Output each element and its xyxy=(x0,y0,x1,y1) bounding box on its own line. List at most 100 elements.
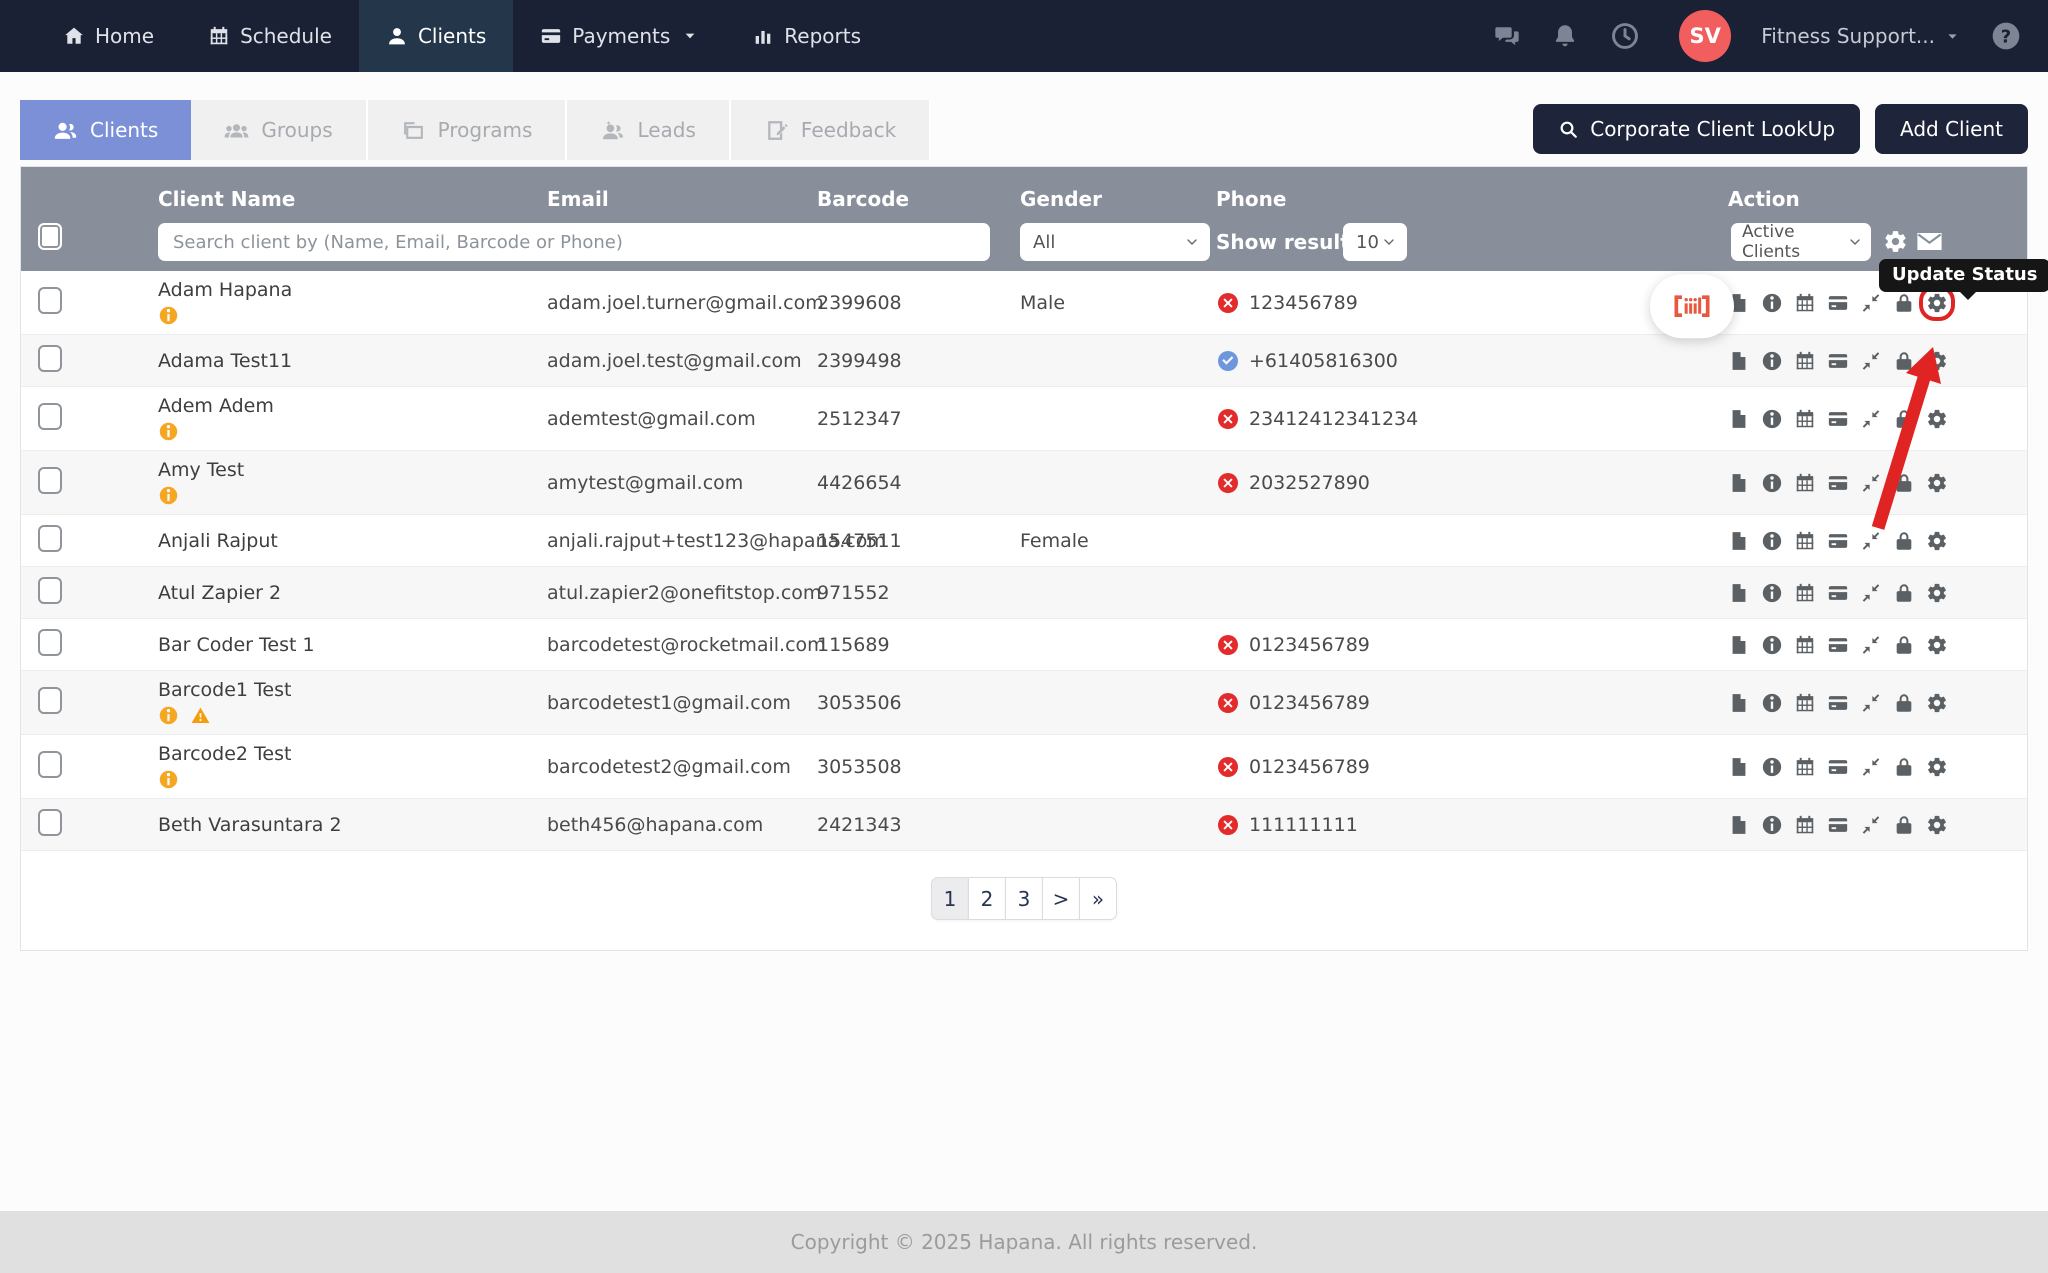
row-checkbox[interactable] xyxy=(38,629,62,656)
payments-button[interactable] xyxy=(1827,408,1849,430)
update-status-button[interactable] xyxy=(1926,756,1948,778)
lock-button[interactable] xyxy=(1893,530,1915,552)
tab-feedback[interactable]: Feedback xyxy=(731,100,931,160)
update-status-button[interactable] xyxy=(1926,634,1948,656)
row-checkbox[interactable] xyxy=(38,345,62,372)
nav-clients[interactable]: Clients xyxy=(359,0,513,72)
merge-button[interactable] xyxy=(1860,692,1882,714)
update-status-button[interactable] xyxy=(1926,692,1948,714)
notes-button[interactable] xyxy=(1728,692,1750,714)
row-checkbox[interactable] xyxy=(38,287,62,314)
payments-button[interactable] xyxy=(1827,634,1849,656)
tab-leads[interactable]: Leads xyxy=(567,100,730,160)
details-button[interactable] xyxy=(1761,692,1783,714)
lock-button[interactable] xyxy=(1893,756,1915,778)
notes-button[interactable] xyxy=(1728,582,1750,604)
notes-button[interactable] xyxy=(1728,756,1750,778)
info-badge[interactable] xyxy=(158,769,179,790)
schedule-button[interactable] xyxy=(1794,292,1816,314)
warning-badge[interactable] xyxy=(189,705,212,726)
details-button[interactable] xyxy=(1761,814,1783,836)
update-status-button[interactable] xyxy=(1926,292,1948,314)
lock-button[interactable] xyxy=(1893,292,1915,314)
nav-schedule[interactable]: Schedule xyxy=(181,0,359,72)
messages-button[interactable] xyxy=(1493,22,1521,50)
merge-button[interactable] xyxy=(1860,472,1882,494)
schedule-button[interactable] xyxy=(1794,582,1816,604)
update-status-button[interactable] xyxy=(1926,472,1948,494)
info-badge[interactable] xyxy=(158,705,179,726)
lock-button[interactable] xyxy=(1893,634,1915,656)
notes-button[interactable] xyxy=(1728,634,1750,656)
info-badge[interactable] xyxy=(158,485,179,506)
lock-button[interactable] xyxy=(1893,350,1915,372)
nav-home[interactable]: Home xyxy=(36,0,181,72)
details-button[interactable] xyxy=(1761,408,1783,430)
notes-button[interactable] xyxy=(1728,408,1750,430)
merge-button[interactable] xyxy=(1860,408,1882,430)
payments-button[interactable] xyxy=(1827,582,1849,604)
update-status-button[interactable] xyxy=(1926,582,1948,604)
schedule-button[interactable] xyxy=(1794,692,1816,714)
scan-barcode-button[interactable] xyxy=(1650,274,1734,338)
merge-button[interactable] xyxy=(1860,530,1882,552)
row-checkbox[interactable] xyxy=(38,577,62,604)
page-1-button[interactable]: 1 xyxy=(931,877,969,920)
notes-button[interactable] xyxy=(1728,814,1750,836)
schedule-button[interactable] xyxy=(1794,530,1816,552)
details-button[interactable] xyxy=(1761,582,1783,604)
notes-button[interactable] xyxy=(1728,472,1750,494)
payments-button[interactable] xyxy=(1827,756,1849,778)
details-button[interactable] xyxy=(1761,292,1783,314)
payments-button[interactable] xyxy=(1827,692,1849,714)
client-status-select[interactable]: Active Clients xyxy=(1731,223,1871,261)
next-page-button[interactable]: > xyxy=(1042,877,1080,920)
details-button[interactable] xyxy=(1761,634,1783,656)
notes-button[interactable] xyxy=(1728,530,1750,552)
bulk-email-button[interactable] xyxy=(1915,227,1944,256)
lock-button[interactable] xyxy=(1893,814,1915,836)
merge-button[interactable] xyxy=(1860,350,1882,372)
row-checkbox[interactable] xyxy=(38,687,62,714)
nav-payments[interactable]: Payments xyxy=(513,0,725,72)
row-checkbox[interactable] xyxy=(38,403,62,430)
schedule-button[interactable] xyxy=(1794,634,1816,656)
payments-button[interactable] xyxy=(1827,472,1849,494)
notes-button[interactable] xyxy=(1728,350,1750,372)
update-status-button[interactable] xyxy=(1926,350,1948,372)
payments-button[interactable] xyxy=(1827,292,1849,314)
notifications-button[interactable] xyxy=(1551,22,1579,50)
details-button[interactable] xyxy=(1761,530,1783,552)
update-status-button[interactable] xyxy=(1926,814,1948,836)
merge-button[interactable] xyxy=(1860,814,1882,836)
merge-button[interactable] xyxy=(1860,634,1882,656)
row-checkbox[interactable] xyxy=(38,751,62,778)
details-button[interactable] xyxy=(1761,756,1783,778)
schedule-button[interactable] xyxy=(1794,756,1816,778)
merge-button[interactable] xyxy=(1860,756,1882,778)
tab-programs[interactable]: Programs xyxy=(368,100,568,160)
row-checkbox[interactable] xyxy=(38,809,62,836)
info-badge[interactable] xyxy=(158,305,179,326)
lock-button[interactable] xyxy=(1893,692,1915,714)
schedule-button[interactable] xyxy=(1794,350,1816,372)
search-input[interactable] xyxy=(158,223,990,261)
update-status-button[interactable] xyxy=(1926,530,1948,552)
select-all-checkbox[interactable] xyxy=(38,223,62,250)
page-3-button[interactable]: 3 xyxy=(1005,877,1043,920)
info-badge[interactable] xyxy=(158,421,179,442)
row-checkbox[interactable] xyxy=(38,525,62,552)
lock-button[interactable] xyxy=(1893,408,1915,430)
history-button[interactable] xyxy=(1609,20,1641,52)
update-status-button[interactable] xyxy=(1926,408,1948,430)
help-button[interactable]: ? xyxy=(1990,20,2022,52)
payments-button[interactable] xyxy=(1827,814,1849,836)
payments-button[interactable] xyxy=(1827,530,1849,552)
page-2-button[interactable]: 2 xyxy=(968,877,1006,920)
payments-button[interactable] xyxy=(1827,350,1849,372)
merge-button[interactable] xyxy=(1860,582,1882,604)
details-button[interactable] xyxy=(1761,472,1783,494)
last-page-button[interactable]: » xyxy=(1079,877,1117,920)
tab-groups[interactable]: Groups xyxy=(191,100,367,160)
corporate-client-lookup-button[interactable]: Corporate Client LookUp xyxy=(1533,104,1860,154)
